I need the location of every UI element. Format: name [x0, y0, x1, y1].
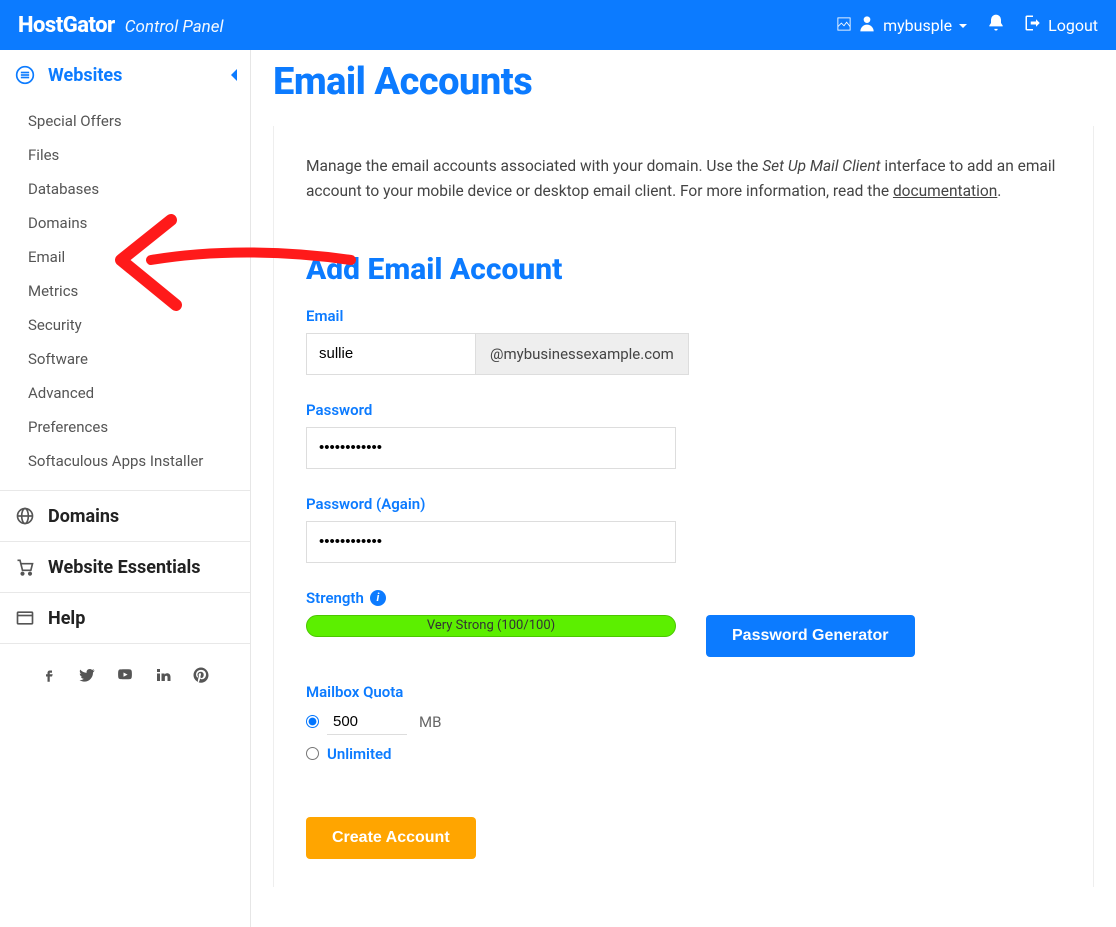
sidebar-head-label: Websites	[48, 65, 122, 86]
section-title: Add Email Account	[306, 252, 1061, 287]
email-input[interactable]	[306, 333, 476, 375]
header-right: mybusple Logout	[837, 13, 1098, 37]
logout-label: Logout	[1048, 16, 1098, 35]
pinterest-icon[interactable]	[192, 666, 210, 688]
sidebar-item-softaculous[interactable]: Softaculous Apps Installer	[0, 444, 250, 478]
linkedin-icon[interactable]	[154, 666, 172, 688]
sidebar-item-special-offers[interactable]: Special Offers	[0, 104, 250, 138]
email-label: Email	[306, 307, 1061, 325]
bell-icon[interactable]	[986, 13, 1006, 37]
collapse-caret-icon[interactable]	[228, 68, 240, 86]
user-icon	[857, 13, 877, 37]
password-field-group: Password	[306, 401, 1061, 469]
create-account-button[interactable]: Create Account	[306, 817, 476, 859]
password-label: Password	[306, 401, 1061, 419]
quota-radio-unlimited-input[interactable]	[306, 747, 319, 760]
sidebar-item-files[interactable]: Files	[0, 138, 250, 172]
logout-button[interactable]: Logout	[1024, 14, 1098, 36]
quota-radio-unlimited[interactable]: Unlimited	[306, 745, 1061, 763]
brand-subtitle: Control Panel	[125, 17, 224, 37]
logout-icon	[1024, 14, 1042, 36]
sidebar-head-label: Website Essentials	[48, 557, 201, 578]
panel: Manage the email accounts associated wit…	[273, 126, 1094, 887]
facebook-icon[interactable]	[40, 666, 58, 688]
sidebar-item-email[interactable]: Email	[0, 240, 250, 274]
sidebar-item-metrics[interactable]: Metrics	[0, 274, 250, 308]
unlimited-label: Unlimited	[327, 745, 392, 763]
cart-icon	[14, 556, 36, 578]
quota-field-group: Mailbox Quota MB Unlimited	[306, 683, 1061, 763]
intro-text: Manage the email accounts associated wit…	[306, 154, 1061, 204]
password2-label: Password (Again)	[306, 495, 1061, 513]
password2-field-group: Password (Again)	[306, 495, 1061, 563]
menu-circle-icon	[14, 64, 36, 86]
sidebar-section-domains: Domains	[0, 491, 250, 542]
sidebar-subitems-websites: Special Offers Files Databases Domains E…	[0, 100, 250, 490]
password2-input[interactable]	[306, 521, 676, 563]
strength-label-text: Strength	[306, 589, 364, 607]
strength-field-group: Strength i Very Strong (100/100) Passwor…	[306, 589, 1061, 657]
password-generator-button[interactable]: Password Generator	[706, 615, 915, 657]
sidebar-head-essentials[interactable]: Website Essentials	[0, 542, 250, 592]
sidebar-item-advanced[interactable]: Advanced	[0, 376, 250, 410]
intro-post: .	[997, 182, 1001, 200]
window-icon	[14, 607, 36, 629]
sidebar-head-help[interactable]: Help	[0, 593, 250, 643]
social-row	[0, 644, 250, 710]
sidebar-item-domains[interactable]: Domains	[0, 206, 250, 240]
strength-label: Strength i	[306, 589, 1061, 607]
sidebar-item-preferences[interactable]: Preferences	[0, 410, 250, 444]
quota-value-input[interactable]	[327, 709, 407, 735]
youtube-icon[interactable]	[116, 666, 134, 688]
quota-unit: MB	[419, 713, 441, 731]
info-icon[interactable]: i	[370, 590, 386, 606]
page-title: Email Accounts	[251, 50, 1116, 126]
caret-down-icon	[958, 16, 968, 35]
top-header: HostGator Control Panel mybusple Logout	[0, 0, 1116, 50]
brand-logo: HostGator	[18, 13, 115, 38]
quota-label: Mailbox Quota	[306, 683, 1061, 701]
sidebar-head-label: Help	[48, 608, 85, 629]
intro-pre: Manage the email accounts associated wit…	[306, 157, 762, 175]
email-field-group: Email @mybusinessexample.com	[306, 307, 1061, 375]
sidebar-section-essentials: Website Essentials	[0, 542, 250, 593]
quota-radio-mb-input[interactable]	[306, 715, 319, 728]
sidebar-item-security[interactable]: Security	[0, 308, 250, 342]
strength-bar: Very Strong (100/100)	[306, 615, 676, 637]
sidebar-head-domains[interactable]: Domains	[0, 491, 250, 541]
user-menu[interactable]: mybusple	[837, 13, 968, 37]
documentation-link[interactable]: documentation	[893, 182, 997, 200]
username-label: mybusple	[883, 16, 952, 35]
globe-icon	[14, 505, 36, 527]
sidebar-head-websites[interactable]: Websites	[0, 50, 250, 100]
password-input[interactable]	[306, 427, 676, 469]
domain-addon: @mybusinessexample.com	[476, 333, 689, 375]
sidebar-section-websites: Websites Special Offers Files Databases …	[0, 50, 250, 491]
brand: HostGator Control Panel	[18, 13, 224, 38]
sidebar: Websites Special Offers Files Databases …	[0, 50, 251, 927]
sidebar-item-software[interactable]: Software	[0, 342, 250, 376]
sidebar-head-label: Domains	[48, 506, 119, 527]
main-content: Email Accounts Manage the email accounts…	[251, 50, 1116, 927]
quota-radio-mb[interactable]: MB	[306, 709, 1061, 735]
twitter-icon[interactable]	[78, 666, 96, 688]
intro-em: Set Up Mail Client	[762, 157, 880, 175]
broken-image-icon	[837, 16, 851, 35]
sidebar-item-databases[interactable]: Databases	[0, 172, 250, 206]
sidebar-section-help: Help	[0, 593, 250, 644]
